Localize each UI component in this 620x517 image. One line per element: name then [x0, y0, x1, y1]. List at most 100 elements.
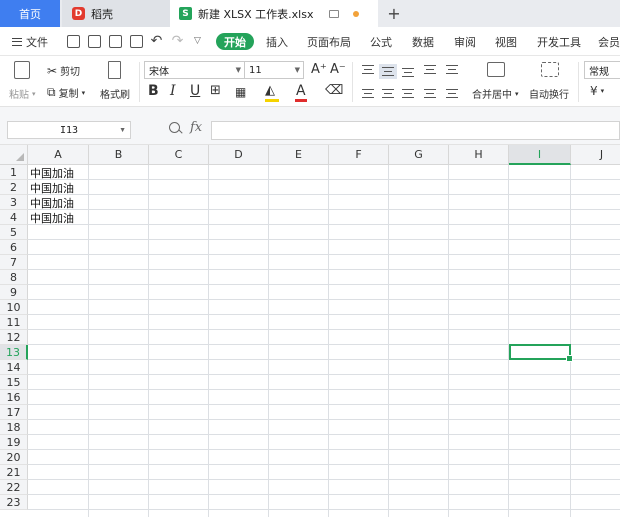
merge-center-button[interactable]: 合并居中 ▾	[472, 86, 519, 102]
column-header-f[interactable]: F	[329, 145, 389, 165]
align-middle-icon[interactable]	[379, 64, 397, 79]
tab-member[interactable]: 会员	[598, 27, 620, 56]
row-header-19[interactable]: 19	[0, 435, 28, 450]
tab-formulas[interactable]: 公式	[370, 27, 392, 56]
merge-cells-icon[interactable]	[487, 62, 505, 77]
column-header-h[interactable]: H	[449, 145, 509, 165]
row-header-20[interactable]: 20	[0, 450, 28, 465]
row-header-5[interactable]: 5	[0, 225, 28, 240]
borders-icon[interactable]: ▦	[235, 85, 246, 99]
tab-review[interactable]: 审阅	[454, 27, 476, 56]
align-center-icon[interactable]	[382, 89, 394, 98]
row-header-17[interactable]: 17	[0, 405, 28, 420]
row-header-16[interactable]: 16	[0, 390, 28, 405]
wrap-text-icon[interactable]	[541, 62, 559, 77]
cell-a3[interactable]: 中国加油	[28, 195, 74, 210]
row-header-15[interactable]: 15	[0, 375, 28, 390]
column-header-g[interactable]: G	[389, 145, 449, 165]
bold-button[interactable]: B	[148, 83, 159, 99]
eraser-icon[interactable]: ⌫	[325, 83, 343, 98]
font-color-button[interactable]: A	[296, 83, 306, 99]
row-header-18[interactable]: 18	[0, 420, 28, 435]
indent-decrease-icon[interactable]	[424, 65, 436, 74]
format-painter-button[interactable]: 格式刷	[100, 86, 130, 101]
row-header-13[interactable]: 13	[0, 345, 28, 360]
spreadsheet-grid[interactable]: A B C D E F G H I J 1 2 3 4 5 6 7 8 9 10 11 12 13 14 15 16 17 18 19 2…	[0, 145, 620, 517]
tab-workbook[interactable]: S 新建 XLSX 工作表.xlsx	[170, 0, 378, 27]
print-icon[interactable]	[109, 35, 122, 48]
tab-insert[interactable]: 插入	[266, 27, 288, 56]
cell-a1[interactable]: 中国加油	[28, 165, 74, 180]
print-preview-icon[interactable]	[130, 35, 143, 48]
row-header-3[interactable]: 3	[0, 195, 28, 210]
tab-developer[interactable]: 开发工具	[537, 27, 581, 56]
align-left-icon[interactable]	[362, 89, 374, 98]
row-header-14[interactable]: 14	[0, 360, 28, 375]
wrap-text-button[interactable]: 自动换行	[529, 86, 569, 101]
row-header-1[interactable]: 1	[0, 165, 28, 180]
format-painter-icon[interactable]	[108, 61, 121, 79]
align-top-icon[interactable]	[362, 65, 374, 74]
column-header-e[interactable]: E	[269, 145, 329, 165]
new-tab-button[interactable]: +	[383, 0, 405, 27]
row-header-21[interactable]: 21	[0, 465, 28, 480]
cell-a4[interactable]: 中国加油	[28, 210, 74, 225]
file-menu-button[interactable]: 文件	[12, 27, 48, 56]
column-header-c[interactable]: C	[149, 145, 209, 165]
zoom-icon[interactable]	[169, 122, 180, 133]
row-header-12[interactable]: 12	[0, 330, 28, 345]
copy-button[interactable]: ⧉ 复制 ▾	[47, 85, 85, 100]
align-right-icon[interactable]	[402, 89, 414, 98]
column-header-j[interactable]: J	[571, 145, 620, 165]
cut-button[interactable]: ✂ 剪切	[47, 63, 80, 79]
currency-button[interactable]: ¥ ▾	[590, 84, 604, 98]
row-header-7[interactable]: 7	[0, 255, 28, 270]
justify-icon[interactable]	[424, 89, 436, 98]
italic-button[interactable]: I	[170, 83, 176, 99]
row-header-6[interactable]: 6	[0, 240, 28, 255]
chevron-down-icon[interactable]: ▽	[194, 35, 207, 48]
monitor-icon[interactable]	[329, 9, 340, 18]
cell-a2[interactable]: 中国加油	[28, 180, 74, 195]
tab-home[interactable]: 首页	[0, 0, 60, 27]
font-size-select[interactable]: 11 ▼	[244, 61, 304, 79]
row-header-22[interactable]: 22	[0, 480, 28, 495]
redo-icon[interactable]: ↷	[171, 34, 184, 48]
paste-button[interactable]: 粘贴 ▾	[9, 86, 36, 102]
save-icon[interactable]	[67, 35, 80, 48]
distributed-icon[interactable]	[446, 89, 458, 98]
number-format-select[interactable]: 常规	[584, 61, 620, 79]
undo-icon[interactable]: ↶	[150, 34, 163, 48]
row-header-23[interactable]: 23	[0, 495, 28, 510]
column-header-a[interactable]: A	[28, 145, 89, 165]
indent-increase-icon[interactable]	[446, 65, 458, 74]
font-name-select[interactable]: 宋体 ▼	[144, 61, 245, 79]
underline-button[interactable]: U	[190, 83, 200, 99]
strikethrough-icon[interactable]: ⊞	[210, 83, 221, 98]
tab-view[interactable]: 视图	[495, 27, 517, 56]
column-header-b[interactable]: B	[89, 145, 149, 165]
row-header-11[interactable]: 11	[0, 315, 28, 330]
row-header-4[interactable]: 4	[0, 210, 28, 225]
tab-docer[interactable]: D 稻壳	[62, 0, 170, 27]
tab-data[interactable]: 数据	[412, 27, 434, 56]
paste-icon[interactable]	[14, 61, 30, 79]
row-header-10[interactable]: 10	[0, 300, 28, 315]
row-header-9[interactable]: 9	[0, 285, 28, 300]
font-grow-icon[interactable]: A⁺	[311, 62, 327, 77]
formula-input[interactable]	[211, 121, 620, 140]
font-shrink-icon[interactable]: A⁻	[330, 62, 346, 77]
name-box[interactable]: I13 ▼	[7, 121, 131, 139]
row-header-2[interactable]: 2	[0, 180, 28, 195]
export-icon[interactable]	[88, 35, 101, 48]
row-header-8[interactable]: 8	[0, 270, 28, 285]
fx-icon[interactable]: fx	[190, 120, 202, 135]
align-bottom-icon[interactable]	[402, 68, 414, 77]
fill-color-icon[interactable]: ◭	[265, 83, 275, 98]
tab-page-layout[interactable]: 页面布局	[307, 27, 351, 56]
column-header-i[interactable]: I	[509, 145, 571, 165]
active-cell-cursor[interactable]	[509, 344, 573, 362]
select-all-corner[interactable]	[0, 145, 28, 165]
column-header-d[interactable]: D	[209, 145, 269, 165]
tab-start[interactable]: 开始	[216, 33, 254, 50]
